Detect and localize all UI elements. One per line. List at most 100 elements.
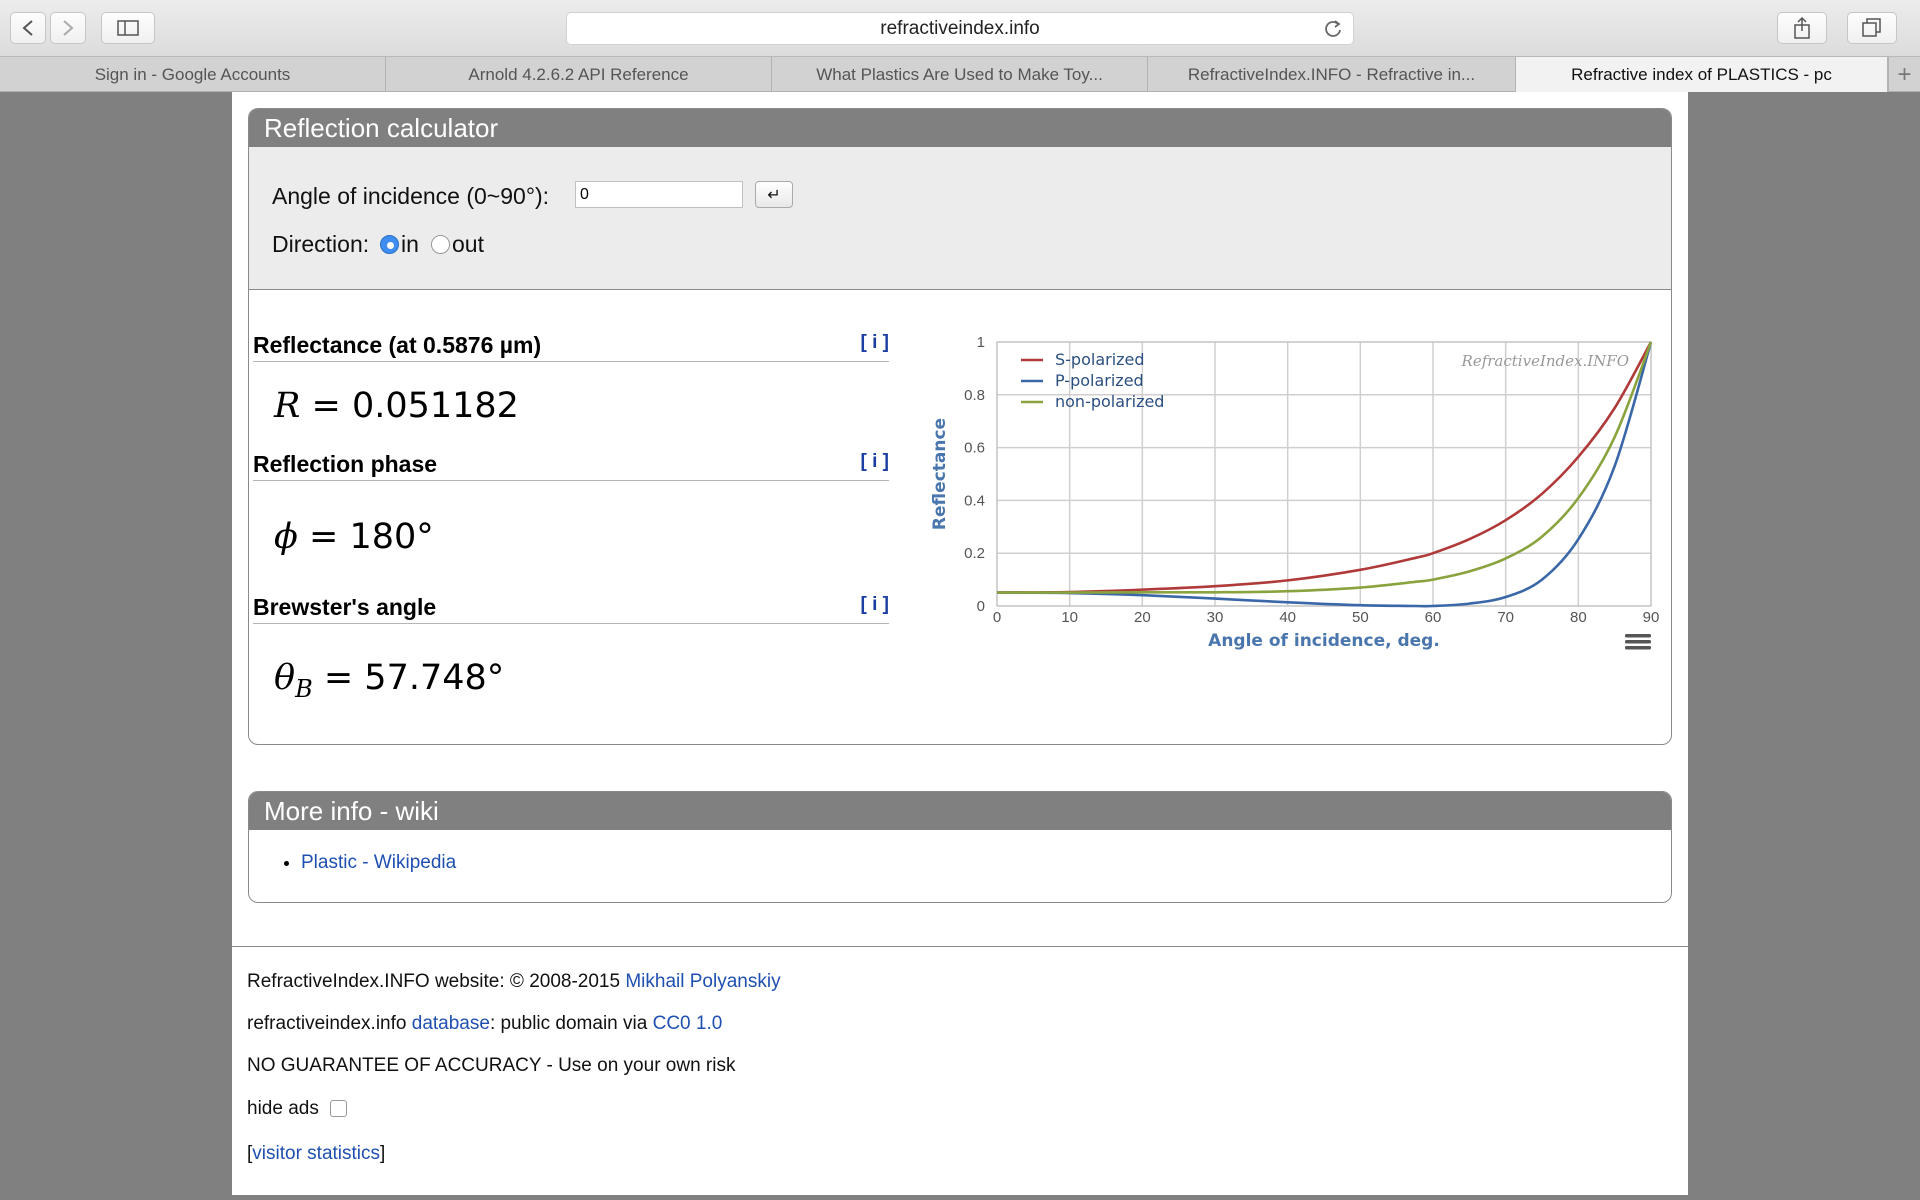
brewster-value: 57.748° — [364, 658, 505, 698]
reflectance-info-link[interactable]: [ i ] — [861, 332, 890, 354]
tab-label: Sign in - Google Accounts — [94, 64, 291, 84]
phase-info-link[interactable]: [ i ] — [861, 451, 890, 473]
calculator-form: Angle of incidence (0~90°): ↵ Direction:… — [249, 147, 1671, 290]
address-bar[interactable]: refractiveindex.info — [566, 12, 1354, 45]
tab-label: RefractiveIndex.INFO - Refractive in... — [1187, 64, 1476, 84]
footer-database: refractiveindex.info database: public do… — [247, 1013, 722, 1035]
tabs-icon — [1862, 18, 1881, 37]
tab-refractiveindex[interactable]: RefractiveIndex.INFO - Refractive in... — [1148, 57, 1516, 92]
share-button[interactable] — [1777, 12, 1827, 44]
x-tick-label: 0 — [993, 609, 1001, 626]
direction-in-label: in — [401, 231, 419, 257]
reload-icon[interactable] — [1323, 18, 1343, 40]
y-tick-label: 0.8 — [964, 387, 985, 404]
disclaimer-text: NO GUARANTEE OF ACCURACY - Use on your o… — [247, 1055, 736, 1076]
copyright-text: RefractiveIndex.INFO website: © 2008-201… — [247, 971, 621, 992]
reflectance-chart-svg: 0 10 20 30 40 50 60 70 80 90 0 0.2 0.4 0.6 0.8 1 Angle o… — [930, 334, 1660, 651]
license-text: : public domain via — [489, 1013, 648, 1034]
x-tick-label: 10 — [1061, 609, 1078, 626]
y-axis-title: Reflectance — [930, 418, 950, 530]
tab-plastics-toys[interactable]: What Plastics Are Used to Make Toy... — [772, 57, 1148, 92]
page-content: Reflection calculator Angle of incidence… — [232, 92, 1688, 1195]
brewster-title: Brewster's angle [ i ] — [253, 594, 889, 624]
chevron-left-icon — [22, 20, 33, 36]
new-tab-button[interactable]: + — [1888, 57, 1920, 92]
share-icon — [1794, 17, 1810, 39]
phase-title-text: Reflection phase — [253, 451, 438, 477]
brewster-formula: θB = 57.748° — [274, 658, 505, 703]
hide-ads-checkbox[interactable] — [330, 1100, 348, 1118]
x-tick-label: 90 — [1643, 609, 1660, 626]
chevron-right-icon — [63, 20, 74, 36]
chart-watermark: RefractiveIndex.INFO — [1461, 352, 1629, 370]
panel-title: More info - wiki — [249, 792, 1671, 830]
legend-label: non-polarized — [1055, 392, 1164, 411]
reflectance-value: 0.051182 — [351, 386, 519, 426]
database-link[interactable]: database — [412, 1013, 490, 1034]
sidebar-button[interactable] — [101, 12, 155, 44]
browser-toolbar: refractiveindex.info — [0, 0, 1920, 57]
url-text: refractiveindex.info — [880, 17, 1040, 39]
wikipedia-link[interactable]: Plastic - Wikipedia — [301, 852, 456, 873]
results-area: Reflectance (at 0.5876 µm) [ i ] R = 0.0… — [249, 290, 1671, 744]
back-button[interactable] — [10, 12, 46, 44]
reflection-calculator-panel: Reflection calculator Angle of incidence… — [248, 108, 1672, 745]
direction-out-label: out — [452, 231, 484, 257]
plus-icon: + — [1897, 60, 1912, 88]
x-tick-label: 70 — [1497, 609, 1514, 626]
direction-label: Direction: — [272, 231, 370, 257]
chart-menu-icon[interactable] — [1625, 634, 1651, 650]
tab-google-sign-in[interactable]: Sign in - Google Accounts — [0, 57, 386, 92]
x-tick-label: 40 — [1279, 609, 1296, 626]
x-tick-label: 20 — [1134, 609, 1151, 626]
reflectance-title-text: Reflectance (at 0.5876 µm) — [253, 332, 542, 358]
sidebar-icon — [117, 20, 139, 36]
tab-label: What Plastics Are Used to Make Toy... — [816, 64, 1103, 84]
y-tick-label: 0.2 — [964, 545, 985, 562]
x-tick-label: 50 — [1352, 609, 1369, 626]
phase-title: Reflection phase [ i ] — [253, 451, 889, 481]
brewster-info-link[interactable]: [ i ] — [861, 594, 890, 616]
tabs-overview-button[interactable] — [1847, 12, 1897, 44]
y-tick-label: 0 — [977, 598, 985, 615]
brewster-title-text: Brewster's angle — [253, 594, 437, 620]
phase-formula: ϕ = 180° — [274, 517, 434, 557]
phase-value: 180° — [349, 517, 434, 557]
return-icon: ↵ — [767, 186, 781, 204]
tab-label: Refractive index of PLASTICS - pc — [1571, 64, 1832, 84]
tab-label: Arnold 4.2.6.2 API Reference — [468, 64, 689, 84]
list-item: Plastic - Wikipedia — [301, 852, 1671, 874]
database-prefix: refractiveindex.info — [247, 1013, 407, 1034]
footer-hide-ads: hide ads — [247, 1098, 348, 1120]
x-tick-label: 30 — [1207, 609, 1224, 626]
angle-input[interactable] — [575, 181, 743, 208]
tab-arnold-api[interactable]: Arnold 4.2.6.2 API Reference — [386, 57, 772, 92]
reflectance-formula: R = 0.051182 — [274, 386, 519, 426]
x-tick-label: 80 — [1570, 609, 1587, 626]
direction-out-radio[interactable] — [431, 235, 450, 254]
x-tick-label: 60 — [1425, 609, 1442, 626]
hide-ads-label: hide ads — [247, 1098, 319, 1119]
wiki-link-list: Plastic - Wikipedia — [249, 830, 1671, 892]
tab-bar: Sign in - Google Accounts Arnold 4.2.6.2… — [0, 57, 1920, 92]
more-info-panel: More info - wiki Plastic - Wikipedia — [248, 791, 1672, 903]
forward-button[interactable] — [50, 12, 86, 44]
footer-visitor-stats: [visitor statistics] — [247, 1143, 386, 1164]
visitor-statistics-link[interactable]: visitor statistics — [252, 1143, 380, 1164]
footer-disclaimer: NO GUARANTEE OF ACCURACY - Use on your o… — [247, 1055, 735, 1077]
reflectance-title: Reflectance (at 0.5876 µm) [ i ] — [253, 332, 889, 362]
enter-button[interactable]: ↵ — [755, 181, 793, 208]
footer-copyright: RefractiveIndex.INFO website: © 2008-201… — [247, 971, 781, 993]
footer-divider — [232, 946, 1688, 947]
reflectance-chart: 0 10 20 30 40 50 60 70 80 90 0 0.2 0.4 0.6 0.8 1 Angle o… — [899, 312, 1669, 742]
legend-label: S-polarized — [1055, 350, 1145, 369]
x-axis-title: Angle of incidence, deg. — [1208, 631, 1440, 651]
panel-title: Reflection calculator — [249, 109, 1671, 147]
cc0-link[interactable]: CC0 1.0 — [653, 1013, 723, 1034]
tab-plastics-pc[interactable]: Refractive index of PLASTICS - pc — [1516, 57, 1888, 92]
y-tick-label: 0.6 — [964, 440, 985, 457]
direction-in-radio[interactable] — [380, 235, 399, 254]
angle-label: Angle of incidence (0~90°): — [272, 183, 550, 209]
author-link[interactable]: Mikhail Polyanskiy — [625, 971, 780, 992]
y-tick-label: 1 — [977, 334, 985, 351]
